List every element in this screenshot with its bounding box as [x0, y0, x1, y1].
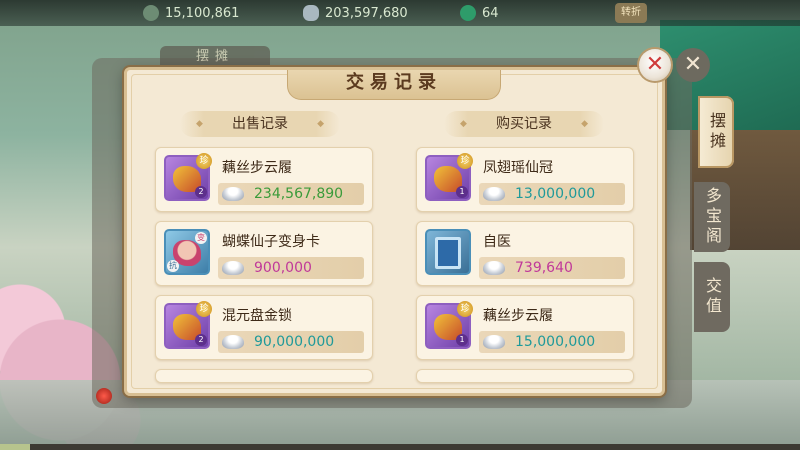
item-level-badge: 2 [195, 334, 207, 346]
price-box: 90,000,000 [218, 331, 364, 353]
rare-badge: 珍 [196, 153, 212, 169]
price-box: 900,000 [218, 257, 364, 279]
sell-records-header: 出售记录 [180, 111, 340, 137]
skill-book-icon[interactable] [425, 229, 471, 275]
price-value: 739,640 [515, 260, 573, 276]
item-art [435, 237, 461, 269]
rare-badge: 珍 [196, 301, 212, 317]
sell-record-item-partial[interactable] [155, 369, 373, 383]
silver-amount: 203,597,680 [325, 5, 408, 21]
silver-ingot-icon [303, 5, 319, 21]
item-level-badge: 1 [456, 334, 468, 346]
price-box: 234,567,890 [218, 183, 364, 205]
resource-bar: 15,100,861 203,597,680 64 转折 [0, 0, 800, 26]
coin-icon [143, 5, 159, 21]
stall-panel-tab: 摆摊 [160, 46, 270, 68]
item-level-badge: 2 [195, 186, 207, 198]
resource-coins: 15,100,861 [143, 4, 239, 22]
crown-icon[interactable]: 珍 1 [425, 153, 473, 201]
item-name: 藕丝步云履 [222, 160, 292, 176]
price-value: 13,000,000 [515, 186, 596, 202]
experience-fill [0, 444, 30, 450]
silver-ingot-icon [222, 261, 244, 275]
buy-record-item[interactable]: 珍 1 藕丝步云履 15,000,000 [416, 295, 634, 360]
price-value: 90,000,000 [254, 334, 335, 350]
sell-record-item[interactable]: 变 抗 蝴蝶仙子变身卡 900,000 [155, 221, 373, 286]
tab-exchange[interactable]: 交值 [694, 262, 730, 332]
tab-stall[interactable]: 摆摊 [698, 96, 734, 168]
lantern-ornament-icon [96, 388, 112, 404]
item-name: 混元盘金锁 [222, 308, 292, 324]
jade-amount: 64 [482, 5, 499, 21]
price-value: 15,000,000 [515, 334, 596, 350]
price-value: 234,567,890 [254, 186, 344, 202]
resist-badge: 抗 [167, 260, 179, 272]
item-name: 藕丝步云履 [483, 308, 553, 324]
silver-ingot-icon [483, 187, 505, 201]
tab-treasure-pavilion[interactable]: 多宝阁 [694, 182, 730, 252]
sell-record-item[interactable]: 珍 2 藕丝步云履 234,567,890 [155, 147, 373, 212]
price-box: 739,640 [479, 257, 625, 279]
buy-records-header: 购买记录 [444, 111, 604, 137]
coin-amount: 15,100,861 [165, 5, 240, 21]
boots-icon[interactable]: 珍 2 [164, 153, 212, 201]
rare-badge: 珍 [457, 153, 473, 169]
item-name: 蝴蝶仙子变身卡 [222, 234, 320, 250]
resource-jade: 64 [460, 4, 499, 22]
boots-icon[interactable]: 珍 1 [425, 301, 473, 349]
buy-record-item[interactable]: 自医 739,640 [416, 221, 634, 286]
item-level-badge: 1 [456, 186, 468, 198]
silver-ingot-icon [222, 335, 244, 349]
price-box: 13,000,000 [479, 183, 625, 205]
price-value: 900,000 [254, 260, 312, 276]
item-name: 自医 [483, 234, 511, 250]
silver-ingot-icon [483, 261, 505, 275]
buy-record-item-partial[interactable] [416, 369, 634, 383]
jade-icon [460, 5, 476, 21]
item-name: 凤翅瑶仙冠 [483, 160, 553, 176]
experience-bar [0, 444, 800, 450]
sell-record-item[interactable]: 珍 2 混元盘金锁 90,000,000 [155, 295, 373, 360]
sell-records-list[interactable]: 珍 2 藕丝步云履 234,567,890 变 抗 蝴蝶仙子变身卡 900,00… [155, 147, 373, 383]
silver-ingot-icon [222, 187, 244, 201]
golden-lock-icon[interactable]: 珍 2 [164, 301, 212, 349]
price-box: 15,000,000 [479, 331, 625, 353]
trade-record-dialog: 交易记录 出售记录 购买记录 珍 2 藕丝步云履 234,567,890 变 抗… [124, 67, 665, 396]
stall-panel-close-icon[interactable]: ✕ [676, 48, 710, 82]
resource-silver: 203,597,680 [303, 4, 408, 22]
dialog-title: 交易记录 [346, 72, 442, 93]
buy-records-list[interactable]: 珍 1 凤翅瑶仙冠 13,000,000 自医 739,640 珍 1 藕丝步云… [416, 147, 634, 383]
buy-record-item[interactable]: 珍 1 凤翅瑶仙冠 13,000,000 [416, 147, 634, 212]
silver-ingot-icon [483, 335, 505, 349]
close-icon[interactable]: ✕ [639, 49, 671, 81]
rare-badge: 珍 [457, 301, 473, 317]
dialog-title-plate: 交易记录 [287, 70, 501, 100]
transform-badge: 变 [195, 232, 207, 244]
transform-card-icon[interactable]: 变 抗 [164, 229, 210, 275]
exchange-button[interactable]: 转折 [615, 3, 647, 23]
